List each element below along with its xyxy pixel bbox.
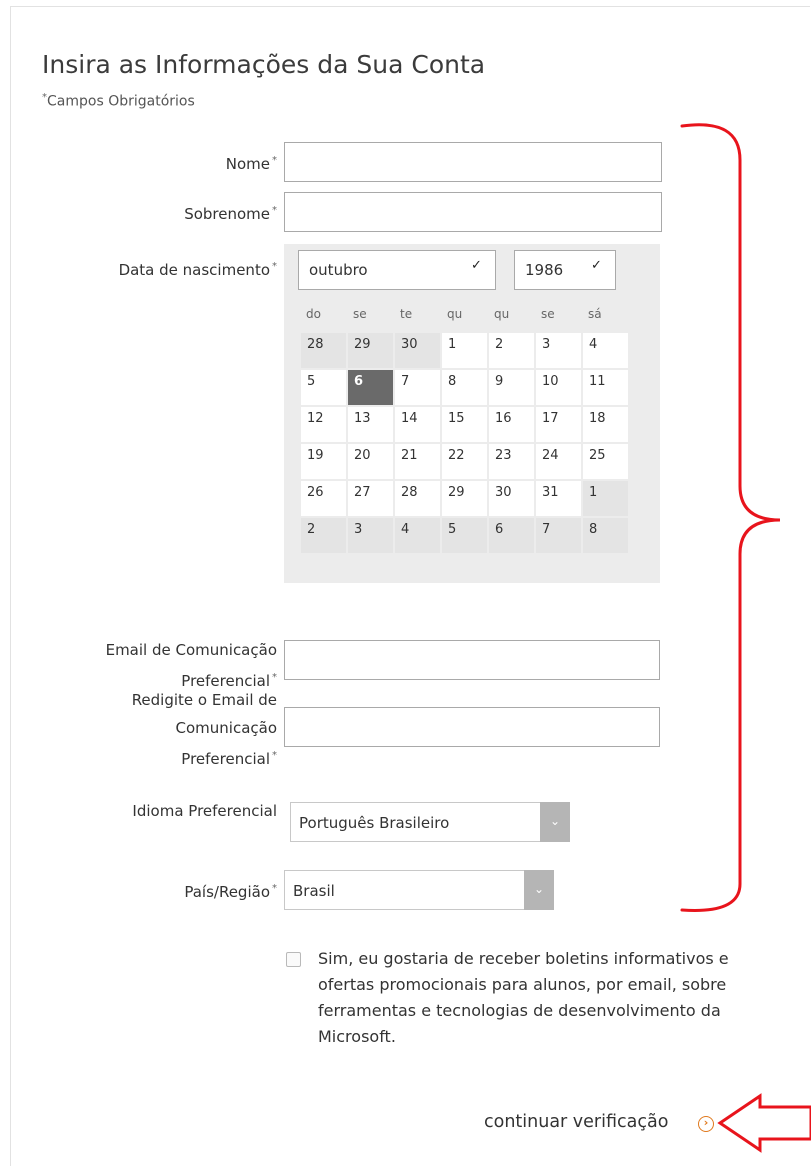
annotation-brace [680, 123, 781, 912]
annotation-arrow [717, 1093, 811, 1153]
annotation-overlay [680, 123, 811, 1153]
